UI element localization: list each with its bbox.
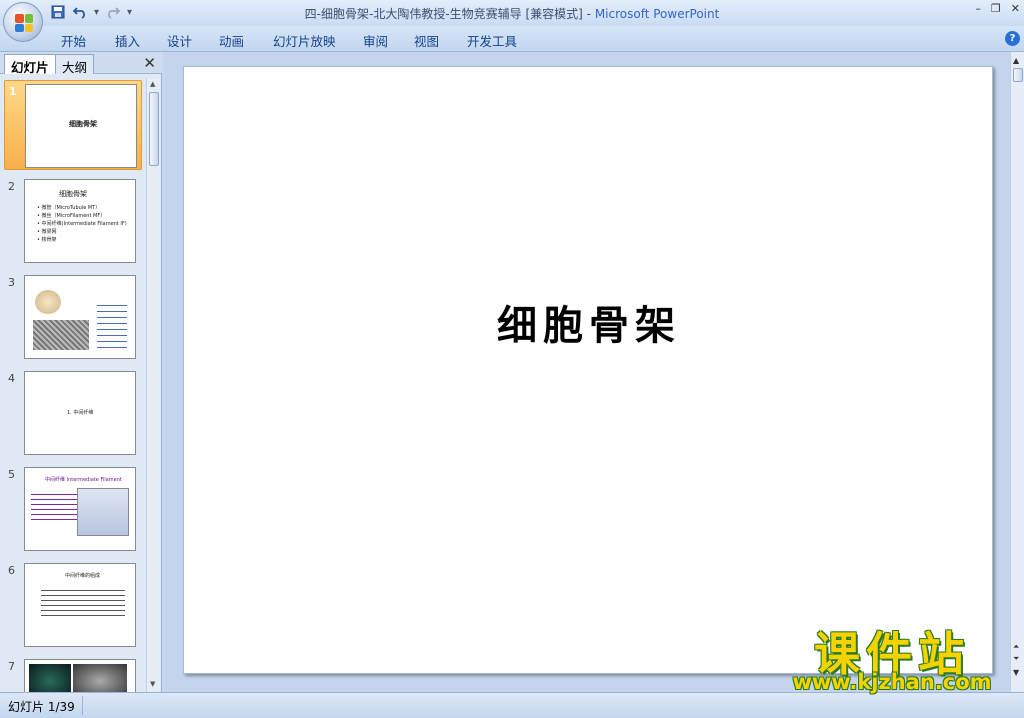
slide-thumbnail-6[interactable]: 6 中间纤维的组成	[4, 560, 142, 650]
thumb-line: • 微梁网	[37, 229, 57, 235]
slide-preview	[24, 275, 136, 359]
maximize-button[interactable]: ❐	[991, 2, 1001, 15]
thumb-title: 中间纤维 Intermediate Filament	[45, 477, 122, 483]
window-title: 四-细胞骨架-北大陶伟教授-生物竞赛辅导 [兼容模式] - Microsoft …	[0, 5, 1024, 22]
scroll-down-icon[interactable]: ▼	[150, 680, 155, 688]
list-lines-decoration	[97, 300, 127, 350]
tab-slides[interactable]: 幻灯片	[4, 54, 56, 75]
tab-home[interactable]: 开始	[61, 31, 86, 50]
diagram-image	[77, 488, 129, 536]
scroll-thumb[interactable]	[149, 92, 159, 166]
title-bar: 四-细胞骨架-北大陶伟教授-生物竞赛辅导 [兼容模式] - Microsoft …	[0, 0, 1024, 26]
thumb-line: • 中间纤维(Intermediate Filament IF)	[37, 221, 127, 227]
tab-animations[interactable]: 动画	[219, 31, 244, 50]
tab-insert[interactable]: 插入	[115, 31, 140, 50]
tab-design[interactable]: 设计	[167, 31, 192, 50]
slide-thumbnail-3[interactable]: 3	[4, 272, 142, 362]
thumbnail-scrollbar[interactable]: ▲ ▼	[146, 78, 160, 692]
slides-pane: 幻灯片 大纲 ✕ 1 细胞骨架 2 细胞骨架 • 微管（MicroTubule …	[0, 52, 162, 692]
micrograph-image	[29, 664, 71, 692]
quick-access-toolbar: ▾ ▾	[50, 4, 132, 20]
slide-number: 3	[8, 276, 15, 289]
slide-number: 4	[8, 372, 15, 385]
document-title: 四-细胞骨架-北大陶伟教授-生物竞赛辅导 [兼容模式]	[304, 7, 583, 21]
thumb-title: 细胞骨架	[69, 120, 97, 128]
next-slide-icon[interactable]: ⏷	[1013, 654, 1019, 664]
customize-qat-icon[interactable]: ▾	[127, 7, 132, 18]
slide-preview: 细胞骨架 • 微管（MicroTubule MT） • 微丝（MicroFila…	[24, 179, 136, 263]
thumb-line: • 微管（MicroTubule MT）	[37, 205, 101, 211]
thumb-title: 细胞骨架	[59, 190, 87, 198]
slide-canvas[interactable]: 细胞骨架	[183, 66, 993, 674]
editor-scrollbar[interactable]: ▲ ⏶ ⏷ ▼	[1010, 52, 1024, 692]
micrograph-image	[33, 320, 89, 350]
tab-outline[interactable]: 大纲	[55, 54, 95, 75]
thumbnail-list: 1 细胞骨架 2 细胞骨架 • 微管（MicroTubule MT） • 微丝（…	[0, 78, 146, 692]
save-icon[interactable]	[50, 4, 66, 20]
slide-title[interactable]: 细胞骨架	[184, 293, 994, 351]
status-divider	[82, 696, 83, 715]
slide-thumbnail-4[interactable]: 4 1. 中间纤维	[4, 368, 142, 458]
pane-tabs: 幻灯片 大纲 ✕	[0, 52, 162, 75]
slide-preview: 1. 中间纤维	[24, 371, 136, 455]
slide-number: 1	[9, 85, 17, 98]
thumb-line: • 微丝（MicroFilament MF）	[37, 213, 106, 219]
previous-slide-icon[interactable]: ⏶	[1013, 642, 1019, 652]
text-lines-decoration	[41, 586, 125, 620]
slide-preview: 中间纤维的组成	[24, 563, 136, 647]
office-logo-icon	[15, 14, 33, 32]
scroll-up-icon[interactable]: ▲	[150, 80, 155, 88]
slide-thumbnail-2[interactable]: 2 细胞骨架 • 微管（MicroTubule MT） • 微丝（MicroFi…	[4, 176, 142, 266]
tab-view[interactable]: 视图	[414, 31, 439, 50]
scroll-down-icon[interactable]: ▼	[1013, 668, 1019, 677]
tab-slideshow[interactable]: 幻灯片放映	[273, 31, 336, 50]
slide-preview: 中间纤维 Intermediate Filament	[24, 467, 136, 551]
ribbon-tabs: 开始 插入 设计 动画 幻灯片放映 审阅 视图 开发工具 ?	[0, 26, 1024, 52]
app-name: Microsoft PowerPoint	[594, 7, 720, 21]
thumb-title: 1. 中间纤维	[67, 410, 94, 416]
slide-number: 5	[8, 468, 15, 481]
minimize-button[interactable]: –	[975, 2, 981, 15]
office-button[interactable]	[3, 2, 43, 42]
watermark-url: www.kjzhan.com	[792, 670, 992, 694]
slide-number: 2	[8, 180, 15, 193]
thumb-title: 中间纤维的组成	[65, 573, 101, 579]
title-separator: -	[582, 7, 595, 21]
slide-thumbnail-5[interactable]: 5 中间纤维 Intermediate Filament	[4, 464, 142, 554]
window-controls: – ❐ ✕	[975, 2, 1020, 15]
slide-preview	[24, 659, 136, 692]
slide-thumbnail-1[interactable]: 1 细胞骨架	[4, 80, 142, 170]
scroll-thumb[interactable]	[1013, 68, 1023, 82]
text-lines-decoration	[31, 490, 79, 524]
watermark-logo: 课件站 www.kjzhan.com	[774, 618, 1010, 696]
slide-counter: 幻灯片 1/39	[8, 700, 75, 714]
slide-editor: 细胞骨架	[165, 52, 1010, 692]
tab-review[interactable]: 审阅	[363, 31, 388, 50]
cell-illustration-image	[35, 290, 61, 314]
tab-developer[interactable]: 开发工具	[467, 31, 517, 50]
undo-dropdown-icon[interactable]: ▾	[94, 7, 99, 18]
slide-preview: 细胞骨架	[25, 84, 137, 168]
slide-number: 7	[8, 660, 15, 673]
scroll-up-icon[interactable]: ▲	[1013, 56, 1019, 65]
help-icon[interactable]: ?	[1005, 31, 1020, 46]
close-pane-icon[interactable]: ✕	[143, 54, 156, 72]
thumb-line: • 核骨架	[37, 237, 57, 243]
slide-thumbnail-7[interactable]: 7	[4, 656, 142, 692]
micrograph-image	[73, 664, 127, 692]
redo-icon[interactable]	[105, 4, 121, 20]
undo-icon[interactable]	[72, 4, 88, 20]
close-button[interactable]: ✕	[1011, 2, 1020, 15]
slide-number: 6	[8, 564, 15, 577]
